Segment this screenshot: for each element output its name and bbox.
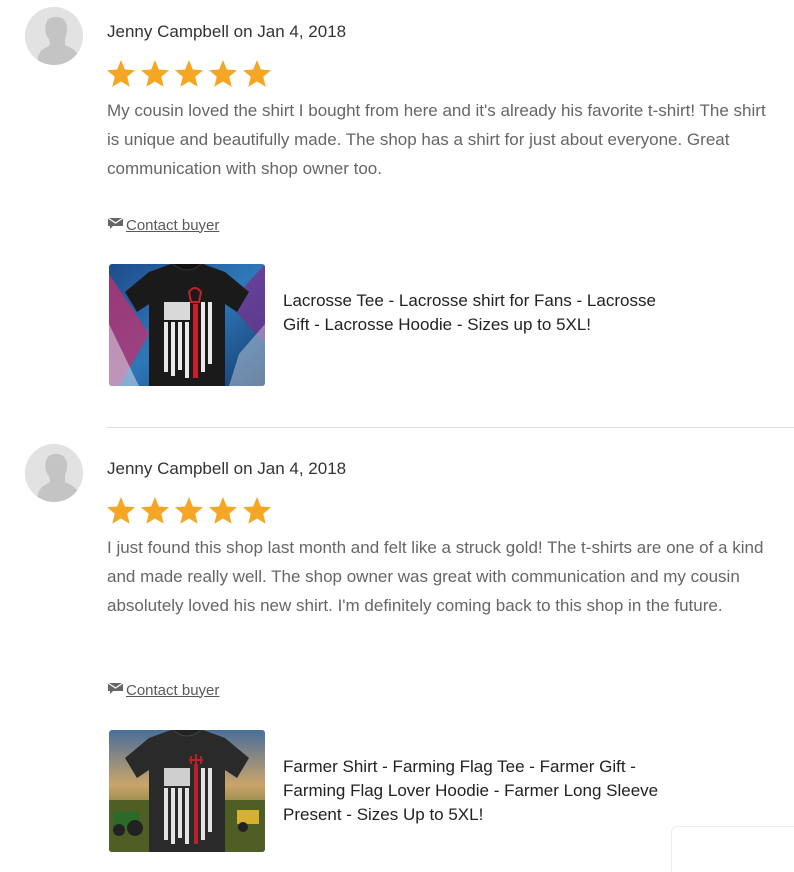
star-icon [207, 495, 239, 527]
product-title-link[interactable]: Farmer Shirt - Farming Flag Tee - Farmer… [283, 755, 663, 827]
contact-buyer-label[interactable]: Contact buyer [126, 682, 219, 699]
star-icon [139, 495, 171, 527]
review-text: My cousin loved the shirt I bought from … [107, 101, 766, 178]
review-author-date: Jenny Campbell on Jan 4, 2018 [107, 459, 347, 478]
star-icon [105, 58, 137, 90]
star-rating [105, 58, 273, 90]
contact-buyer-label[interactable]: Contact buyer [126, 217, 219, 234]
review-divider [107, 427, 794, 428]
contact-buyer-link[interactable]: Contact buyer [107, 216, 219, 234]
product-thumbnail[interactable] [109, 264, 265, 386]
envelope-message-icon [107, 216, 124, 234]
avatar[interactable] [25, 444, 83, 502]
star-icon [241, 495, 273, 527]
product-thumbnail[interactable] [109, 730, 265, 852]
user-silhouette-icon [25, 7, 83, 65]
avatar[interactable] [25, 7, 83, 65]
contact-buyer-link[interactable]: Contact buyer [107, 681, 219, 699]
user-silhouette-icon [25, 444, 83, 502]
star-icon [173, 495, 205, 527]
product-title-link[interactable]: Lacrosse Tee - Lacrosse shirt for Fans -… [283, 289, 663, 337]
star-icon [241, 58, 273, 90]
star-icon [173, 58, 205, 90]
star-icon [207, 58, 239, 90]
star-rating [105, 495, 273, 527]
star-icon [139, 58, 171, 90]
envelope-message-icon [107, 681, 124, 699]
review-author-date: Jenny Campbell on Jan 4, 2018 [107, 22, 347, 41]
review-text: I just found this shop last month and fe… [107, 538, 764, 615]
star-icon [105, 495, 137, 527]
corner-panel [671, 826, 794, 872]
